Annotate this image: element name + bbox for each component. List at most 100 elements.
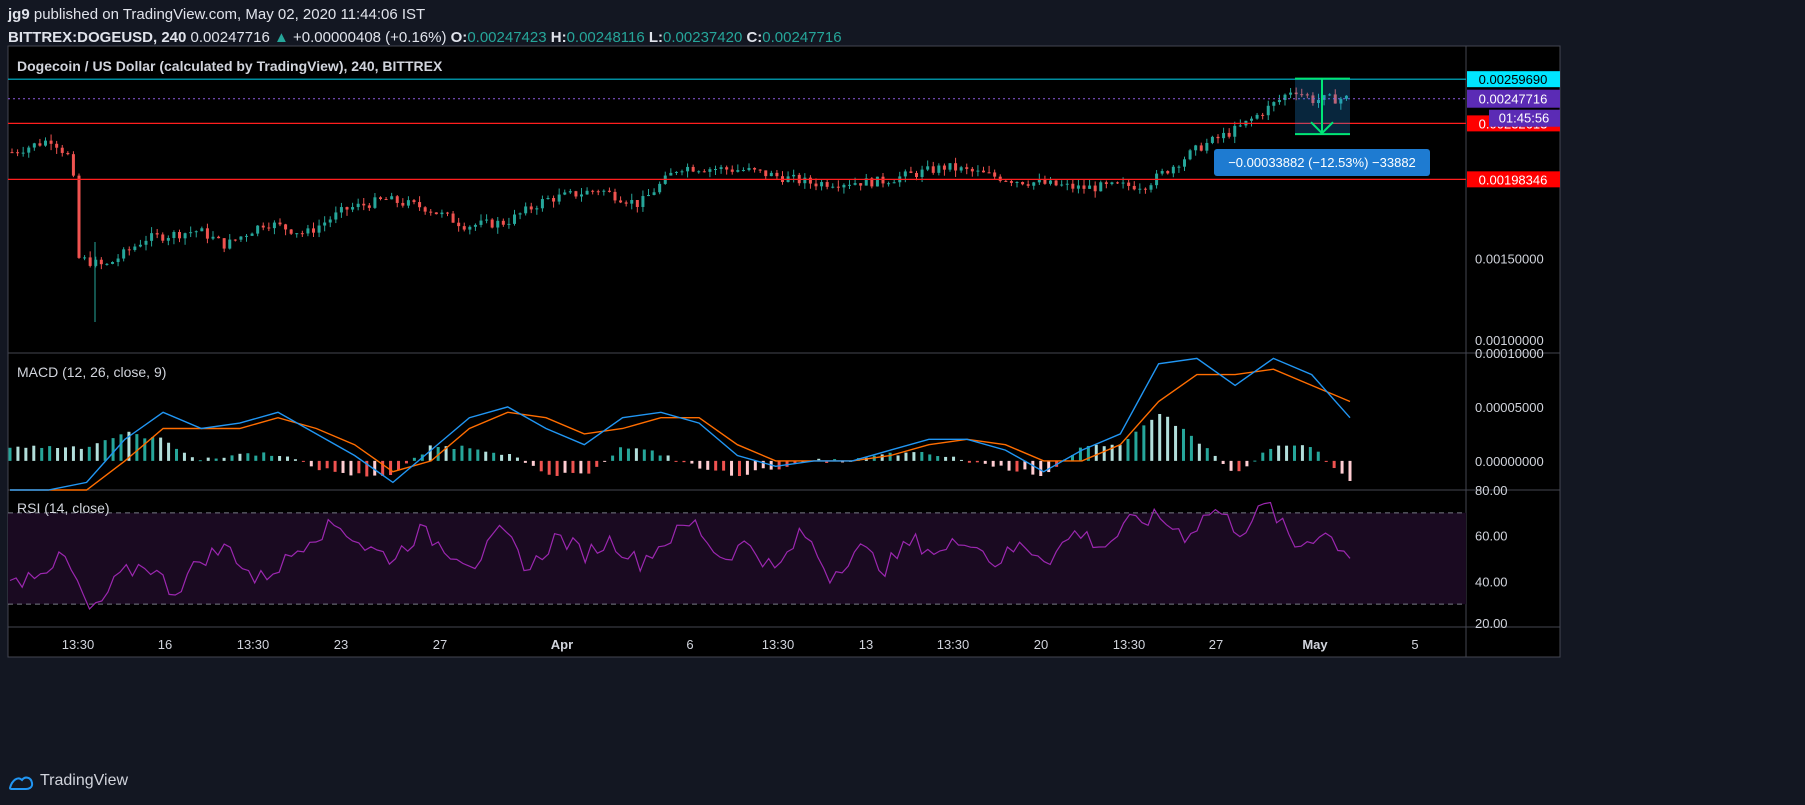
candle-body [312,228,315,233]
candle-body [842,184,846,188]
candle-body [395,196,399,203]
candle-body [295,233,299,235]
candle-body [1210,136,1214,143]
candle-body [931,166,935,173]
candle-body [574,191,578,197]
candle-body [144,240,148,245]
histogram-bar [1197,443,1201,461]
histogram-bar [24,447,28,461]
candle-body [1026,184,1030,186]
candle-body [256,225,260,234]
candle-body [680,171,684,173]
time-axis-tick: May [1302,637,1328,652]
candle-body [546,198,550,200]
candle-body [736,170,740,172]
histogram-bar [1316,451,1320,461]
candle-body [373,197,377,208]
candle-body [323,222,327,226]
macd-axis-tick: 0.00005000 [1475,400,1544,415]
histogram-bar [64,447,68,461]
candle-body [172,232,176,238]
histogram-bar [484,451,488,461]
candle-body [624,202,628,204]
candle-body [32,143,36,148]
histogram-bar [1007,460,1011,471]
histogram-bar [1269,448,1273,461]
candle-body [652,192,656,195]
candle-body [490,219,494,228]
candle-body [942,165,946,170]
candle-body [1283,94,1287,101]
candle-body [903,171,907,177]
histogram-bar [555,460,559,476]
candle-body [965,167,969,169]
candle-body [909,171,913,173]
candle-body [1021,181,1025,185]
histogram-bar [587,460,591,474]
histogram-bar [428,445,432,461]
histogram-bar [1261,452,1265,461]
candle-body [44,140,47,146]
histogram-bar [103,440,107,461]
candle-body [1188,150,1192,160]
histogram-bar [1245,460,1249,467]
histogram-bar [682,460,686,463]
candle-body [99,259,103,265]
candle-body [630,200,634,204]
candle-body [1272,102,1276,106]
histogram-bar [1205,448,1209,461]
histogram-bar [936,456,940,461]
level-price-label: 0.00259690 [1479,72,1548,87]
candle-body [596,191,600,193]
candle-body [1009,181,1013,183]
candle-body [591,190,595,192]
price-pane-title: Dogecoin / US Dollar (calculated by Trad… [17,58,443,74]
histogram-bar [32,445,36,461]
candle-body [300,233,304,235]
candle-body [161,234,165,241]
candle-body [1116,182,1119,184]
candle-body [1104,182,1108,184]
histogram-bar [547,460,551,475]
histogram-bar [674,460,678,462]
candle-body [619,200,623,203]
histogram-bar [785,460,789,467]
brand-name[interactable]: TradingView [40,772,128,790]
candle-body [116,258,120,263]
candle-body [1149,185,1153,190]
histogram-bar [928,454,932,461]
trading-chart[interactable]: 0.002596900.002326130.001983460.00247716… [0,0,1805,770]
candle-body [859,183,863,186]
candle-body [401,202,405,206]
candle-body [1205,142,1209,151]
countdown-label: 01:45:56 [1499,111,1550,126]
histogram-bar [531,460,535,466]
candle-body [1255,114,1259,119]
macd-pane-title: MACD (12, 26, close, 9) [17,364,166,380]
candle-body [194,231,198,233]
candle-body [741,170,745,172]
candle-body [1049,180,1052,184]
candle-body [1043,179,1047,184]
candle-body [1088,185,1092,189]
candle-body [339,207,343,213]
histogram-bar [95,443,99,461]
candle-body [217,236,221,239]
candle-body [462,226,466,230]
histogram-bar [1118,444,1122,461]
candle-body [284,224,288,230]
candle-body [49,140,53,144]
histogram-bar [79,448,83,461]
candle-body [379,197,382,200]
candle-body [959,167,963,171]
candle-body [987,172,991,174]
candle-body [88,257,92,266]
histogram-bar [270,455,274,461]
histogram-bar [404,460,408,464]
histogram-bar [286,456,290,461]
footer: TradingView [8,772,128,790]
histogram-bar [634,448,638,461]
histogram-bar [135,434,139,461]
time-axis-tick: 13:30 [762,637,795,652]
candle-body [272,222,276,229]
